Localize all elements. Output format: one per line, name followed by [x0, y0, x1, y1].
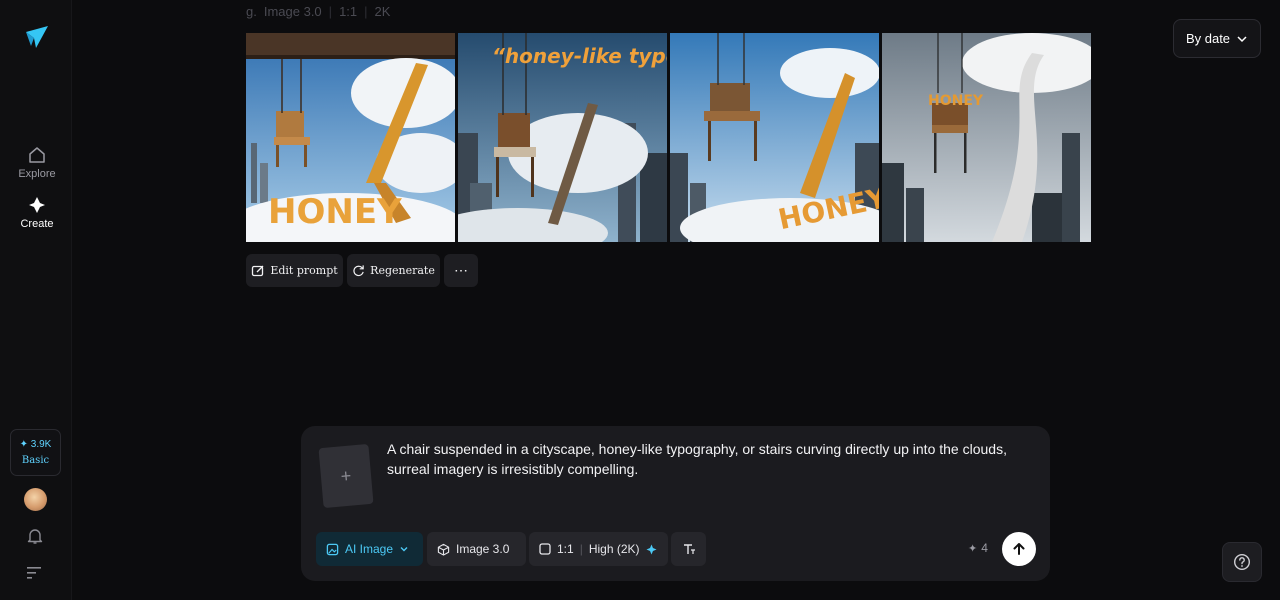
- chevron-down-icon: [400, 547, 408, 552]
- meta-separator: |: [328, 3, 333, 19]
- image-count-label: 4: [981, 541, 988, 555]
- chip-divider: |: [579, 542, 583, 556]
- generated-image-2[interactable]: “honey-like typography.”: [458, 33, 667, 242]
- sparkle-icon: [29, 196, 45, 213]
- nav-create[interactable]: Create: [6, 190, 68, 234]
- nav-explore[interactable]: Explore: [6, 140, 68, 184]
- aspect-ratio-icon: [539, 543, 551, 555]
- sort-dropdown[interactable]: By date: [1173, 19, 1261, 58]
- meta-separator: |: [364, 3, 368, 19]
- text-icon: [683, 544, 695, 554]
- generated-image-4[interactable]: HONEY: [882, 33, 1091, 242]
- edit-prompt-button[interactable]: Edit prompt: [246, 254, 343, 287]
- image-caption: “honey-like typography.”: [492, 44, 667, 68]
- generation-type-dropdown[interactable]: AI Image: [316, 532, 423, 566]
- prompt-input[interactable]: A chair suspended in a cityscape, honey-…: [387, 439, 1017, 479]
- prompt-composer: + A chair suspended in a cityscape, hone…: [301, 426, 1050, 581]
- generated-image-1[interactable]: HONEY: [246, 33, 455, 242]
- plan-label: Basic: [21, 455, 50, 466]
- more-options-button[interactable]: ⋯: [444, 254, 478, 287]
- image-caption: HONEY: [268, 192, 402, 232]
- more-icon: ⋯: [454, 262, 468, 279]
- app-logo[interactable]: [22, 24, 50, 52]
- question-icon: [1233, 553, 1251, 571]
- refresh-icon: [353, 265, 364, 277]
- bell-icon[interactable]: [26, 527, 44, 545]
- meta-prefix: g.: [246, 3, 257, 19]
- text-effect-button[interactable]: [671, 532, 706, 566]
- edit-prompt-label: Edit prompt: [270, 264, 338, 277]
- image-icon: [326, 543, 339, 555]
- edit-icon: [252, 265, 264, 276]
- nav-explore-label: Explore: [18, 167, 56, 180]
- credits-amount: ✦ 3.9K: [19, 439, 52, 450]
- generated-image-3[interactable]: HONEY: [670, 33, 879, 242]
- generation-meta: g. Image 3.0 | 1:1 | 2K: [246, 3, 390, 19]
- arrow-up-icon: [1013, 543, 1025, 555]
- ratio-quality-selector[interactable]: 1:1 | High (2K): [529, 532, 668, 566]
- ratio-label: 1:1: [557, 542, 574, 556]
- plus-icon: +: [339, 465, 353, 486]
- nav-create-label: Create: [20, 217, 54, 230]
- chevron-down-icon: [1237, 35, 1247, 42]
- regenerate-label: Regenerate: [370, 264, 435, 277]
- meta-model: Image 3.0: [263, 3, 322, 19]
- menu-icon[interactable]: [27, 566, 43, 580]
- add-reference-image-button[interactable]: +: [318, 443, 374, 509]
- sparkle-icon: [645, 543, 657, 555]
- meta-resolution: 2K: [374, 3, 391, 19]
- generation-type-label: AI Image: [345, 542, 394, 556]
- sidebar: Explore Create ✦ 3.9K Basic: [0, 0, 72, 600]
- quality-label: High (2K): [588, 542, 640, 556]
- cube-icon: [437, 543, 450, 556]
- regenerate-button[interactable]: Regenerate: [347, 254, 440, 287]
- avatar[interactable]: [24, 488, 47, 511]
- help-button[interactable]: [1222, 542, 1262, 582]
- credit-icon: ✦: [968, 542, 978, 555]
- image-caption: HONEY: [928, 93, 984, 109]
- meta-ratio: 1:1: [339, 3, 358, 19]
- generate-button[interactable]: [1002, 532, 1036, 566]
- image-count[interactable]: ✦ 4: [968, 541, 988, 555]
- model-label: Image 3.0: [456, 542, 510, 556]
- model-selector[interactable]: Image 3.0: [427, 532, 526, 566]
- sort-label: By date: [1185, 31, 1231, 46]
- home-icon: [29, 146, 45, 163]
- credits-badge[interactable]: ✦ 3.9K Basic: [10, 429, 61, 476]
